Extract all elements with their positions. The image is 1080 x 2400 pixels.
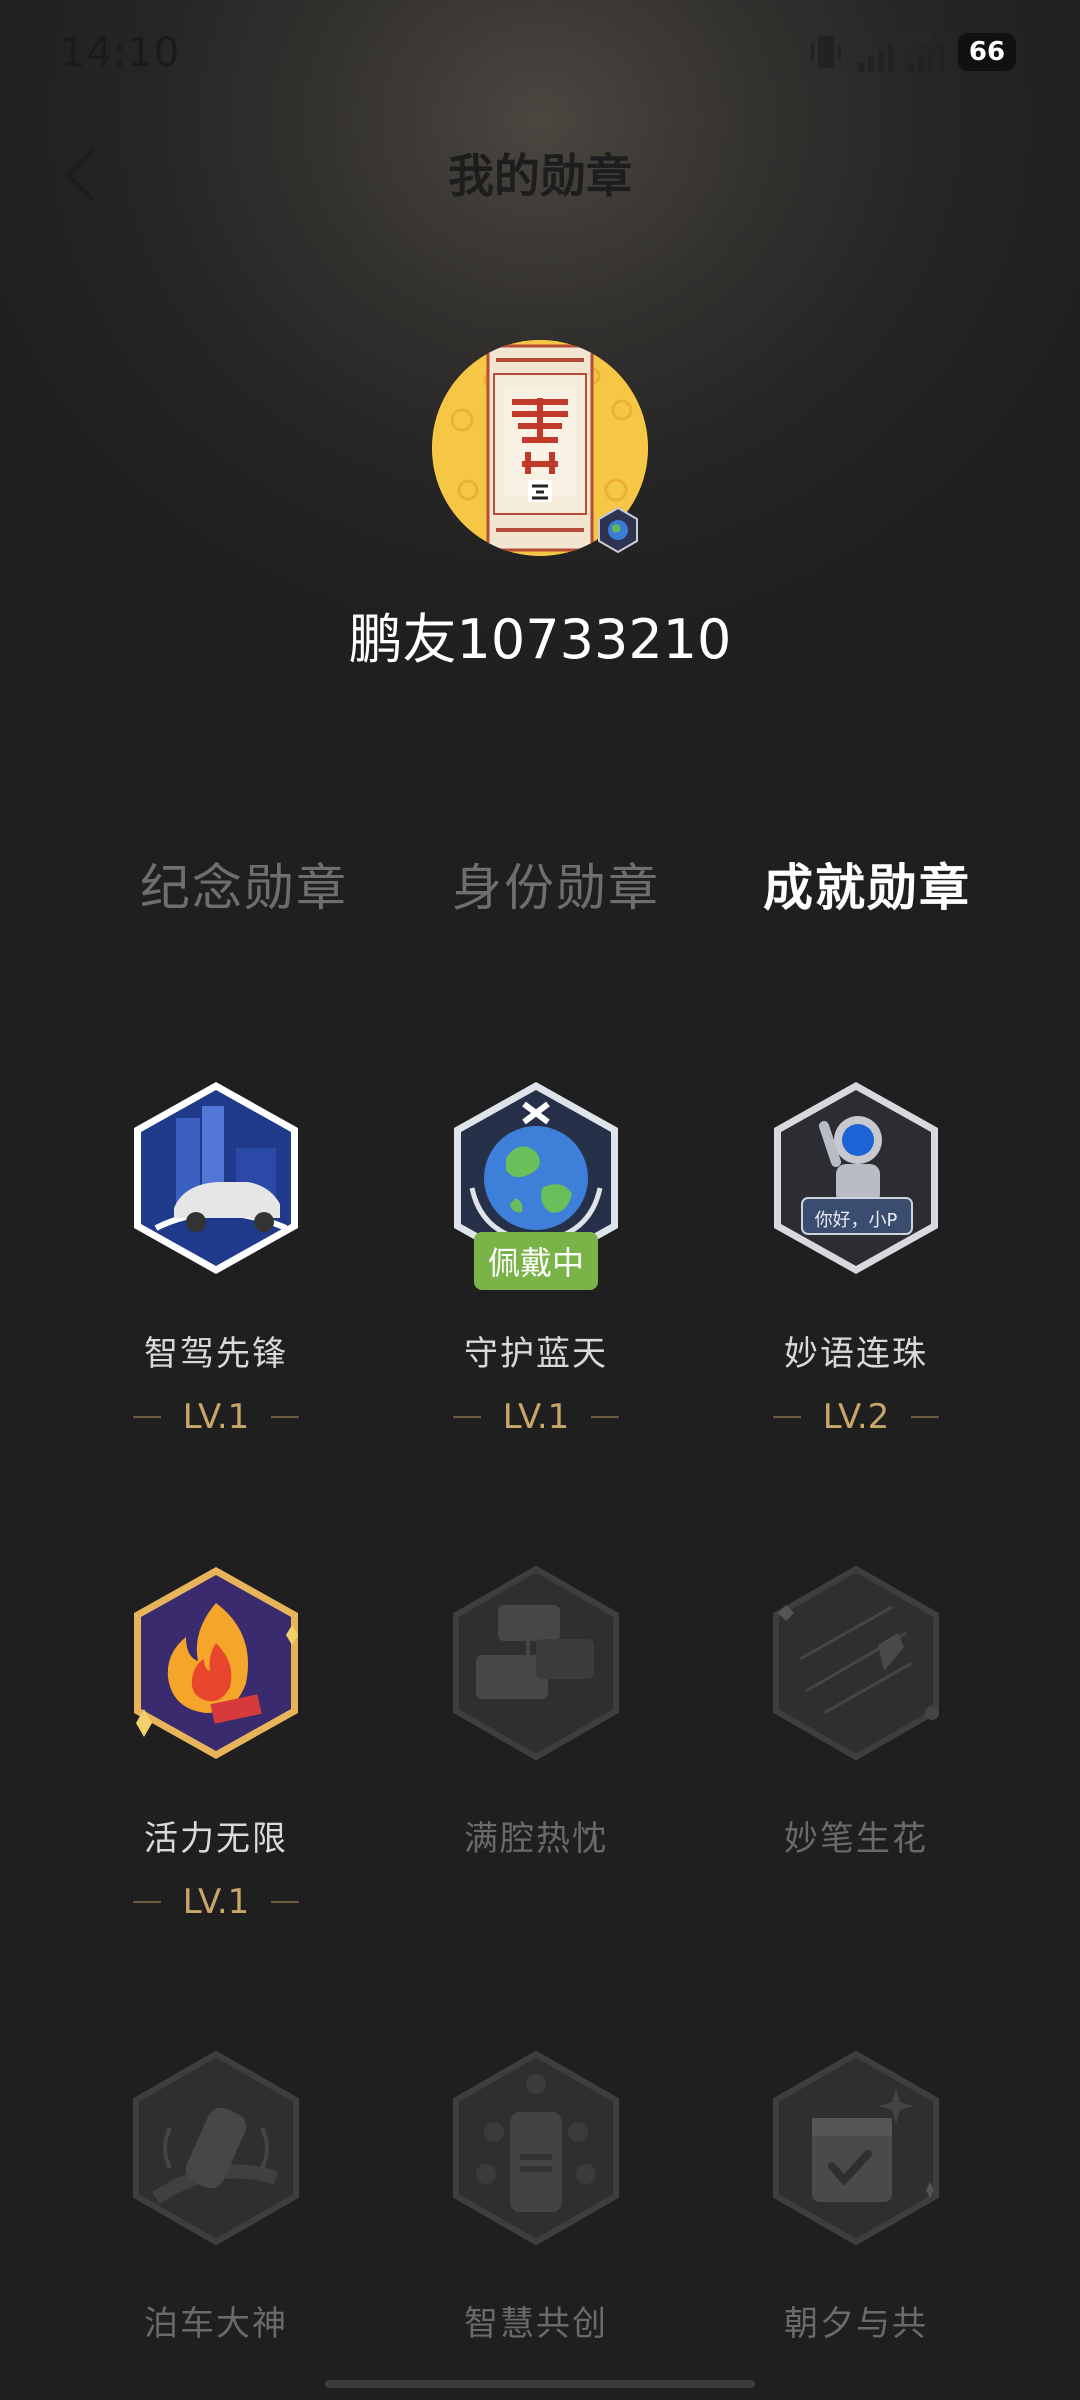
divider xyxy=(591,1416,620,1418)
badge-item[interactable]: 智驾先锋 LV.1 xyxy=(56,1078,376,1437)
vibrate-icon xyxy=(811,36,841,68)
badge-image xyxy=(126,1078,306,1278)
badge-level: LV.1 xyxy=(56,1397,376,1437)
badge-name: 泊车大神 xyxy=(144,2304,288,2344)
badge-image xyxy=(446,1563,626,1763)
tab-identity[interactable]: 身份勋章 xyxy=(452,848,660,920)
badge-image: 你好，小P xyxy=(766,1078,946,1278)
page-title: 我的勋章 xyxy=(448,149,632,203)
home-indicator[interactable] xyxy=(325,2380,755,2388)
badge-item[interactable]: 泊车大神 xyxy=(56,2048,376,2345)
sim1-label: 5G xyxy=(858,28,883,47)
tab-commemorative[interactable]: 纪念勋章 xyxy=(140,848,348,920)
badge-name: 妙笔生花 xyxy=(784,1819,928,1859)
divider xyxy=(772,1416,801,1418)
status-bar: 14:10 5G 5G 66 xyxy=(0,0,1080,110)
badge-level-text: LV.2 xyxy=(822,1397,890,1437)
badge-item[interactable]: 你好，小P 妙语连珠 LV.2 xyxy=(696,1078,1016,1437)
badge-item[interactable]: 佩戴中 守护蓝天 LV.1 xyxy=(376,1078,696,1437)
badge-image: 佩戴中 xyxy=(446,1078,626,1290)
battery-icon: 66 xyxy=(958,33,1016,71)
signal-icon: 5G xyxy=(858,28,894,72)
divider xyxy=(271,1901,300,1903)
badge-name: 满腔热忱 xyxy=(464,1819,608,1859)
earth-badge-icon xyxy=(598,506,638,554)
signal-icon: 5G xyxy=(908,28,944,72)
badge-level-text: LV.1 xyxy=(502,1397,570,1437)
status-time: 14:10 xyxy=(60,30,181,76)
divider xyxy=(271,1416,300,1418)
badge-item[interactable]: 妙笔生花 xyxy=(696,1563,1016,1860)
badge-image xyxy=(766,2048,946,2248)
divider xyxy=(132,1416,161,1418)
badge-name: 活力无限 xyxy=(144,1819,288,1859)
badge-level: LV.1 xyxy=(56,1882,376,1922)
parking-badge-icon xyxy=(133,2050,299,2246)
badge-bubble-text: 你好，小P xyxy=(814,1210,898,1231)
badge-item[interactable]: 智慧共创 xyxy=(376,2048,696,2345)
badge-image xyxy=(446,2048,626,2248)
badge-level-text: LV.1 xyxy=(182,1397,250,1437)
badge-name: 妙语连珠 xyxy=(784,1334,928,1374)
badge-name: 智慧共创 xyxy=(464,2304,608,2344)
badge-level: LV.1 xyxy=(376,1397,696,1437)
badge-level-text: LV.1 xyxy=(182,1882,250,1922)
astronaut-badge-icon xyxy=(774,1082,938,1274)
pen-badge-icon xyxy=(773,1565,939,1761)
badge-image xyxy=(766,1563,946,1763)
avatar[interactable] xyxy=(432,340,648,556)
flame-badge-icon xyxy=(134,1567,298,1759)
calendar-badge-icon xyxy=(773,2050,939,2246)
chat-bubbles-badge-icon xyxy=(453,1565,619,1761)
divider xyxy=(911,1416,940,1418)
username: 鹏友10733210 xyxy=(348,608,732,671)
car-city-badge-icon xyxy=(134,1082,298,1274)
divider xyxy=(452,1416,481,1418)
badge-level: LV.2 xyxy=(696,1397,1016,1437)
badge-item[interactable]: 朝夕与共 xyxy=(696,2048,1016,2345)
badge-name: 智驾先锋 xyxy=(144,1334,288,1374)
status-icons: 5G 5G 66 xyxy=(808,28,1016,72)
badge-image xyxy=(126,2048,306,2248)
badge-name: 守护蓝天 xyxy=(464,1334,608,1374)
phone-apps-badge-icon xyxy=(453,2050,619,2246)
divider xyxy=(132,1901,161,1903)
badge-item[interactable]: 满腔热忱 xyxy=(376,1563,696,1860)
tab-achievement[interactable]: 成就勋章 xyxy=(763,848,971,920)
badge-name: 朝夕与共 xyxy=(784,2304,928,2344)
badge-image xyxy=(126,1563,306,1763)
badge-item[interactable]: 活力无限 LV.1 xyxy=(56,1563,376,1922)
wearing-tag: 佩戴中 xyxy=(473,1232,599,1290)
screen: 14:10 5G 5G 66 我的勋章 鹏友10733210 纪念勋章 身份勋章… xyxy=(0,0,1080,2400)
sim2-label: 5G xyxy=(908,28,933,47)
